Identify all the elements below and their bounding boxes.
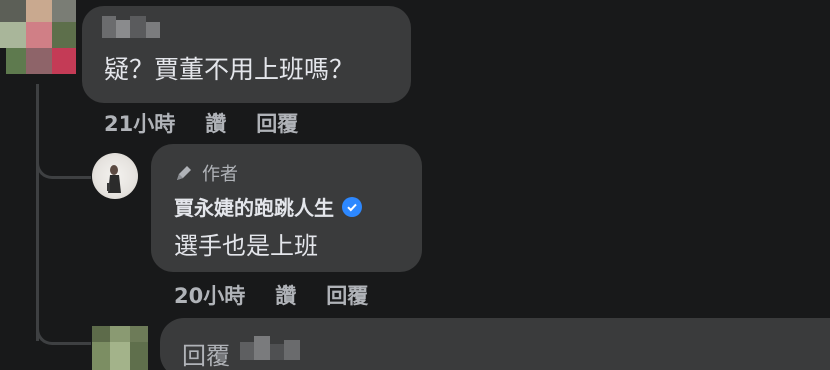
like-button[interactable]: 讚 (205, 108, 226, 138)
reply-reply-button[interactable]: 回覆 (326, 280, 368, 310)
commenter-avatar[interactable] (0, 0, 76, 76)
reply-timestamp[interactable]: 20小時 (174, 280, 245, 310)
reply-text: 選手也是上班 (174, 232, 318, 260)
author-badge-label: 作者 (202, 164, 238, 185)
author-badge: 作者 (174, 160, 238, 186)
reply-input-placeholder: 回覆 (182, 342, 230, 370)
thread-line-branch-input (36, 306, 91, 345)
comment-text: 疑？賈董不用上班嗎？ (104, 55, 355, 84)
verified-check-icon (342, 196, 362, 217)
thread-line-main (36, 84, 39, 341)
comment-timestamp[interactable]: 21小時 (104, 108, 175, 138)
pen-icon (174, 163, 194, 183)
commenter-name[interactable] (102, 16, 160, 38)
current-user-avatar (92, 326, 148, 370)
thread-line-branch-reply (36, 140, 91, 179)
reply-actions: 20小時 讚 回覆 (174, 280, 368, 310)
comment-actions: 21小時 讚 回覆 (104, 108, 298, 138)
author-avatar[interactable] (92, 153, 138, 199)
author-name[interactable]: 賈永婕的跑跳人生 (174, 192, 362, 221)
reply-target-name (240, 336, 300, 362)
author-name-text: 賈永婕的跑跳人生 (174, 196, 334, 220)
reply-button[interactable]: 回覆 (256, 108, 298, 138)
reply-like-button[interactable]: 讚 (275, 280, 296, 310)
